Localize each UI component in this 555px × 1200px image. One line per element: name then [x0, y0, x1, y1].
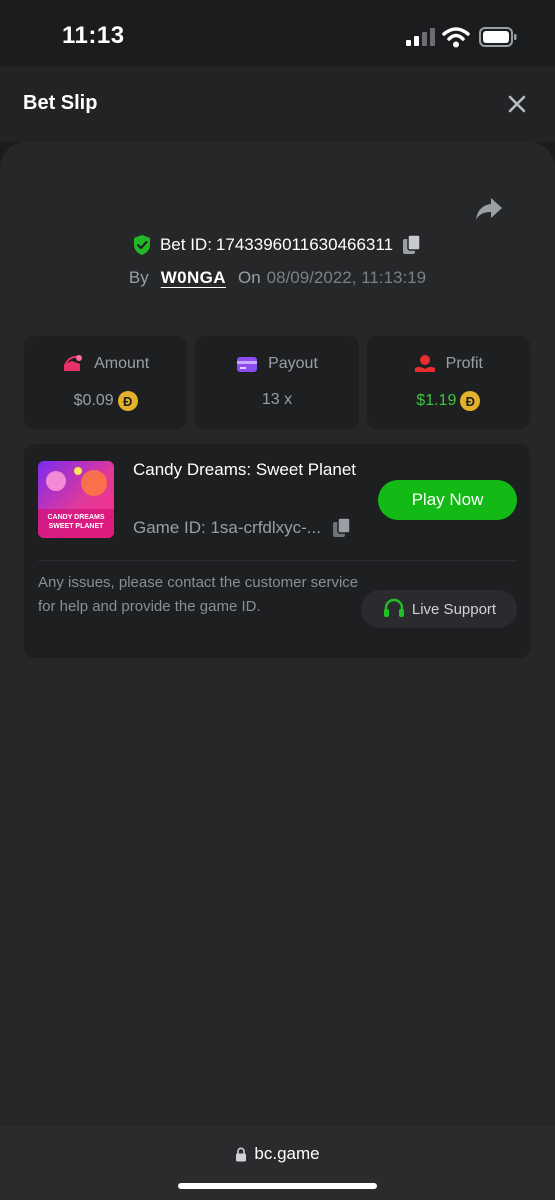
bet-slip-header: Bet Slip: [0, 66, 555, 142]
home-indicator[interactable]: [178, 1183, 377, 1189]
wifi-icon: [442, 27, 470, 48]
profit-label: Profit: [445, 355, 483, 372]
status-bar: 11:13: [0, 0, 555, 66]
game-card: CANDY DREAMS SWEET PLANET Candy Dreams: …: [24, 444, 530, 658]
bet-id-label: Bet ID:: [159, 235, 212, 254]
url-text: bc.game: [254, 1144, 320, 1163]
live-support-label: Live Support: [411, 600, 497, 618]
battery-icon: [479, 27, 517, 47]
page-title: Bet Slip: [23, 92, 98, 114]
doge-coin-icon: Đ: [460, 391, 481, 411]
bet-slip-page: 11:13 Bet Slip Bet ID: 17433960116304663…: [0, 0, 555, 1200]
amount-icon: [64, 355, 83, 371]
lock-icon: [236, 1146, 247, 1161]
copy-icon[interactable]: [331, 517, 353, 539]
doge-coin-icon: Đ: [117, 391, 138, 411]
by-label: By: [128, 268, 149, 287]
game-thumbnail[interactable]: CANDY DREAMS SWEET PLANET: [38, 461, 114, 538]
address-field[interactable]: bc.game: [0, 1144, 555, 1164]
share-icon[interactable]: [474, 196, 504, 222]
close-icon[interactable]: [503, 90, 531, 118]
payout-card-icon: [237, 357, 258, 372]
amount-card: Amount $0.09 Đ: [24, 336, 188, 429]
divider: [38, 560, 516, 561]
browser-url-bar: bc.game: [0, 1126, 555, 1200]
signal-icon: [406, 28, 435, 46]
thumb-line-2: SWEET PLANET: [49, 523, 105, 530]
bet-date: 08/09/2022, 11:13:19: [266, 268, 427, 287]
shield-check-icon: [133, 235, 150, 255]
status-time: 11:13: [62, 22, 125, 49]
profit-value: $1.19: [416, 392, 457, 409]
payout-card: Payout 13 x: [195, 336, 359, 429]
copy-icon[interactable]: [401, 234, 423, 256]
bet-stats: Amount $0.09 Đ Payout 13 x Profit $1.19 …: [24, 336, 530, 429]
play-now-button[interactable]: Play Now: [378, 480, 517, 520]
amount-value: $0.09: [73, 392, 114, 409]
username-link[interactable]: W0NGA: [161, 268, 226, 288]
payout-label: Payout: [268, 355, 318, 372]
payout-value: 13 x: [261, 391, 293, 408]
game-name[interactable]: Candy Dreams: Sweet Planet: [133, 456, 373, 483]
support-hint-text: Any issues, please contact the customer …: [38, 574, 359, 615]
profit-card: Profit $1.19 Đ: [366, 336, 530, 429]
amount-label: Amount: [94, 355, 150, 372]
bet-meta-row: By W0NGA On 08/09/2022, 11:13:19: [0, 266, 555, 290]
headset-icon: [383, 598, 404, 617]
game-id-text: Game ID: 1sa-crfdlxyc-...: [133, 518, 321, 537]
live-support-button[interactable]: Live Support: [361, 590, 517, 628]
bet-id-value: 1743396011630466311: [215, 235, 394, 254]
thumb-line-1: CANDY DREAMS: [47, 514, 104, 521]
game-id-row: Game ID: 1sa-crfdlxyc-...: [133, 517, 353, 539]
profit-icon: [414, 355, 435, 372]
on-label: On: [237, 268, 261, 287]
bet-id-row: Bet ID: 1743396011630466311: [0, 232, 555, 258]
